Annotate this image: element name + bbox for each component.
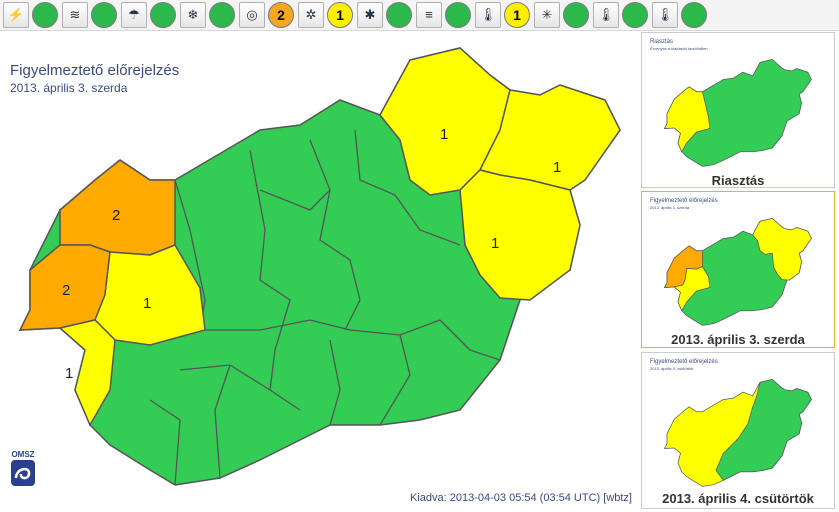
lightning-icon[interactable]: ⚡ <box>3 2 29 28</box>
thumbnail-subtitle: 2013. április 4. csütörtök <box>650 366 694 371</box>
warning-level-indicator[interactable]: 2 <box>268 2 294 28</box>
warning-level-indicator[interactable] <box>32 2 58 28</box>
region-label: 2 <box>112 207 120 224</box>
warning-level-indicator[interactable] <box>91 2 117 28</box>
warning-type-toolbar: ⚡ ≋ ☂ ❄ ◎ 2 ✲ 1 ✱ ≡ 🌡 1 ✳ 🌡 🌡 <box>0 0 839 31</box>
thumbnail-map <box>663 59 812 167</box>
thumbnail-map <box>663 379 812 487</box>
thumbnail-map <box>663 218 812 326</box>
high-temperature-icon[interactable]: 🌡 <box>593 2 619 28</box>
thumbnail-alert[interactable]: Riasztás Érvényes a kiadástól kezdődően … <box>641 32 835 188</box>
region-label: 1 <box>553 159 561 176</box>
warning-level-indicator[interactable] <box>445 2 471 28</box>
region-label: 1 <box>65 365 73 382</box>
thumbnail-subtitle: Érvényes a kiadástól kezdődően <box>650 46 708 51</box>
warning-level-indicator[interactable] <box>150 2 176 28</box>
thumbnail-subtitle: 2013. április 3. szerda <box>650 205 690 210</box>
snow-drift-icon[interactable]: ✲ <box>298 2 324 28</box>
warning-level-indicator[interactable] <box>209 2 235 28</box>
freezing-rain-icon[interactable]: ❄ <box>180 2 206 28</box>
gust-icon[interactable]: ◎ <box>239 2 265 28</box>
rain-icon[interactable]: ☂ <box>121 2 147 28</box>
issued-timestamp: Kiadva: 2013-04-03 05:54 (03:54 UTC) [wb… <box>410 492 632 504</box>
region-label: 1 <box>491 235 499 252</box>
heat-icon[interactable]: 🌡 <box>652 2 678 28</box>
fog-icon[interactable]: ≡ <box>416 2 442 28</box>
frost-icon[interactable]: ✳ <box>534 2 560 28</box>
region-label: 1 <box>440 126 448 143</box>
thumbnail-caption: Riasztás <box>711 173 765 188</box>
thumbnail-tomorrow[interactable]: Figyelmeztető előrejelzés 2013. április … <box>641 352 835 509</box>
main-map-panel: Figyelmeztető előrejelzés 2013. április … <box>0 30 640 512</box>
thumbnail-title: Figyelmeztető előrejelzés <box>650 359 718 365</box>
thumbnail-caption: 2013. április 4. csütörtök <box>662 491 814 506</box>
region-label: 2 <box>62 282 70 299</box>
warning-level-indicator[interactable] <box>681 2 707 28</box>
low-temperature-icon[interactable]: 🌡 <box>475 2 501 28</box>
thumbnail-today[interactable]: Figyelmeztető előrejelzés 2013. április … <box>641 191 835 348</box>
thumbnail-caption: 2013. április 3. szerda <box>671 332 805 347</box>
warning-level-indicator[interactable] <box>622 2 648 28</box>
wind-icon[interactable]: ≋ <box>62 2 88 28</box>
warning-level-indicator[interactable]: 1 <box>504 2 530 28</box>
omsz-logo: OMSZ <box>9 448 37 488</box>
thumbnail-title: Figyelmeztető előrejelzés <box>650 198 718 204</box>
region-label: 1 <box>143 295 151 312</box>
warning-level-indicator[interactable] <box>563 2 589 28</box>
svg-text:OMSZ: OMSZ <box>11 450 34 459</box>
thumbnail-title: Riasztás <box>650 39 674 45</box>
snowfall-icon[interactable]: ✱ <box>357 2 383 28</box>
warning-level-indicator[interactable]: 1 <box>327 2 353 28</box>
hungary-warning-map: 2 2 1 1 1 1 1 <box>18 47 621 486</box>
warning-level-indicator[interactable] <box>386 2 412 28</box>
